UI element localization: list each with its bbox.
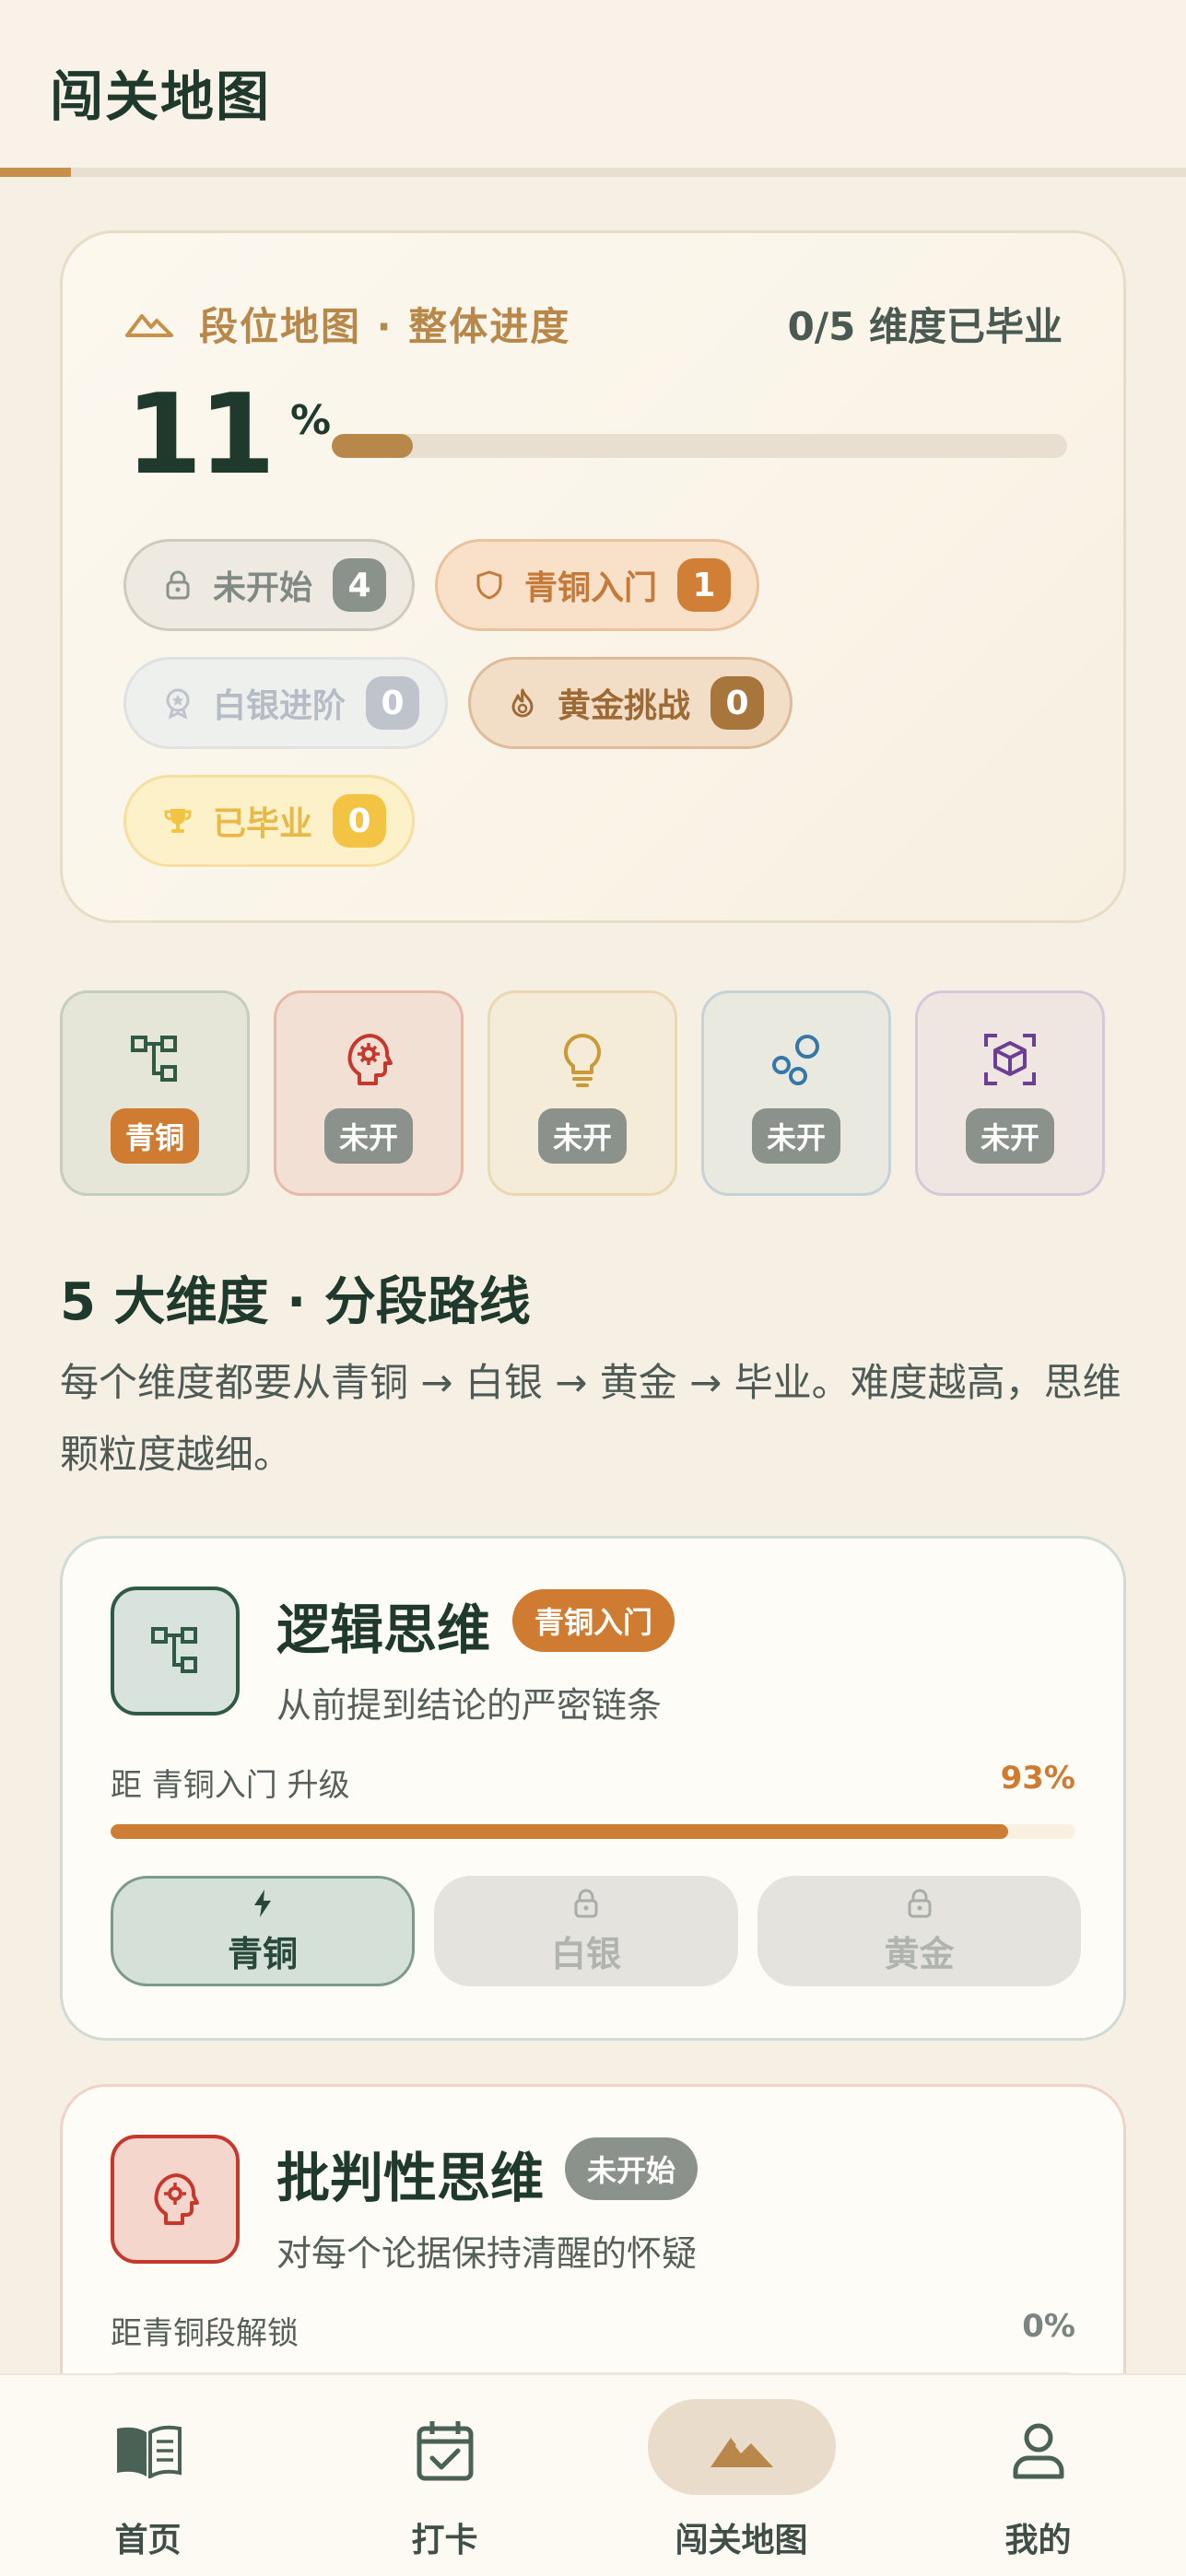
stage-silver-button[interactable]: 白银: [434, 1876, 738, 1986]
chip-count: 0: [333, 794, 387, 848]
progress-value: 0%: [1022, 2308, 1075, 2345]
nav-label: 闯关地图: [675, 2522, 808, 2559]
book-icon: [116, 2425, 182, 2478]
chip-graduated[interactable]: 已毕业 0: [123, 775, 415, 867]
nav-icon: [1000, 2412, 1077, 2489]
nav-label: 打卡: [411, 2522, 478, 2559]
tile-critical[interactable]: 未开: [274, 990, 464, 1196]
chip-gold[interactable]: 黄金挑战 0: [468, 657, 793, 749]
header-progress-fill: [0, 168, 72, 177]
nav-icon: [703, 2412, 781, 2489]
progress-label: 距青铜段解锁: [111, 2315, 299, 2352]
chip-count: 0: [710, 676, 765, 730]
lock-icon: [908, 1889, 931, 1917]
tile-systems[interactable]: 未开: [701, 990, 891, 1196]
hierarchy-icon: [151, 1627, 197, 1673]
cube-focus-icon: [984, 1034, 1036, 1085]
progress-label: 距 青铜入门 升级: [111, 1767, 350, 1804]
tile-badge: 未开: [323, 1108, 414, 1164]
tile-badge: 未开: [965, 1108, 1055, 1164]
graduated-summary: 0/5 维度已毕业: [787, 304, 1063, 349]
chip-count: 0: [366, 676, 420, 730]
overall-percent: 11 %: [125, 381, 331, 491]
hierarchy-icon: [131, 1036, 177, 1082]
header-progress-bar: [0, 168, 1186, 177]
nav-profile[interactable]: 我的: [890, 2375, 1186, 2576]
bubbles-icon: [772, 1035, 819, 1085]
nav-label: 首页: [114, 2522, 182, 2559]
overall-progress-fill: [332, 434, 413, 458]
stage-label: 白银: [550, 1933, 621, 1974]
progress-row: 距青铜段解锁 0%: [111, 2308, 1075, 2353]
chip-label: 黄金挑战: [558, 687, 691, 725]
chip-label: 青铜入门: [524, 569, 658, 607]
calendar-check-icon: [417, 2421, 473, 2481]
brain-gear-icon: [347, 1034, 393, 1085]
nav-label: 我的: [1004, 2522, 1072, 2559]
tile-abstract[interactable]: 未开: [915, 990, 1105, 1196]
brain-gear-icon: [154, 2173, 199, 2225]
tile-badge: 青铜: [110, 1108, 200, 1164]
nav-icon: [406, 2412, 484, 2489]
overall-percent-value: 11: [125, 371, 276, 499]
card-subtitle: 对每个论据保持清醒的怀疑: [276, 2233, 698, 2274]
bolt-icon: [254, 1889, 271, 1917]
overall-progress-bar: [332, 434, 1067, 458]
overview-header: 段位地图 · 整体进度: [125, 296, 570, 352]
overview-title: 段位地图 · 整体进度: [199, 304, 571, 349]
nav-icon: [110, 2412, 187, 2489]
status-badge: 青铜入门: [512, 1589, 675, 1652]
chip-bronze[interactable]: 青铜入门 1: [435, 539, 759, 631]
card-subtitle: 从前提到结论的严密链条: [276, 1685, 663, 1726]
trophy-icon: [164, 809, 192, 833]
tile-badge: 未开: [751, 1108, 841, 1164]
progress-row: 距 青铜入门 升级 93%: [111, 1760, 1075, 1805]
bottom-nav: 首页 打卡 闯关地图 我的: [0, 2373, 1186, 2576]
status-badge: 未开始: [565, 2137, 699, 2200]
badge-icon: [166, 688, 190, 720]
tile-creative[interactable]: 未开: [487, 990, 677, 1196]
stage-label: 青铜: [227, 1933, 298, 1974]
user-icon: [1013, 2423, 1063, 2479]
lock-icon: [166, 570, 190, 600]
chip-label: 白银进阶: [213, 687, 346, 725]
nav-checkin[interactable]: 打卡: [297, 2375, 593, 2576]
chip-count: 1: [677, 558, 732, 612]
flame-icon: [511, 688, 534, 718]
app-header: 闯关地图: [0, 0, 1186, 168]
card-progress-bar: [111, 1824, 1075, 1839]
lightbulb-icon: [563, 1033, 602, 1087]
mountain-icon: [125, 313, 173, 337]
section-title: 5 大维度 · 分段路线: [60, 1272, 531, 1332]
stage-bronze-button[interactable]: 青铜: [111, 1876, 415, 1986]
tile-logic[interactable]: 青铜: [60, 990, 250, 1196]
card-title: 逻辑思维: [276, 1598, 491, 1661]
chip-label: 未开始: [213, 569, 313, 607]
progress-value: 93%: [1000, 1760, 1075, 1797]
nav-map[interactable]: 闯关地图: [593, 2375, 889, 2576]
percent-symbol: %: [290, 397, 332, 444]
card-icon: [111, 1587, 240, 1715]
lock-icon: [574, 1889, 598, 1917]
chip-silver[interactable]: 白银进阶 0: [123, 657, 448, 749]
chip-label: 已毕业: [213, 805, 313, 843]
chip-not-started[interactable]: 未开始 4: [123, 539, 415, 631]
overview-card: 段位地图 · 整体进度 0/5 维度已毕业 11 % 未开始 4 青铜入门 1 …: [60, 230, 1126, 923]
stage-label: 黄金: [884, 1933, 955, 1974]
nav-home[interactable]: 首页: [0, 2375, 296, 2576]
shield-icon: [476, 570, 502, 600]
card-title: 批判性思维: [276, 2147, 545, 2209]
stage-gold-button[interactable]: 黄金: [757, 1876, 1081, 1986]
section-description: 每个维度都要从青铜 → 白银 → 黄金 → 毕业。难度越高，思维颗粒度越细。: [60, 1360, 1121, 1477]
tile-badge: 未开: [537, 1108, 628, 1164]
card-icon: [111, 2135, 240, 2264]
page-title: 闯关地图: [50, 65, 272, 128]
mountain-icon: [710, 2438, 773, 2467]
card-progress-fill: [111, 1824, 1008, 1839]
dimension-card-logic[interactable]: 逻辑思维 青铜入门 从前提到结论的严密链条 距 青铜入门 升级 93% 青铜 白…: [60, 1536, 1126, 2041]
chip-count: 4: [333, 558, 387, 612]
